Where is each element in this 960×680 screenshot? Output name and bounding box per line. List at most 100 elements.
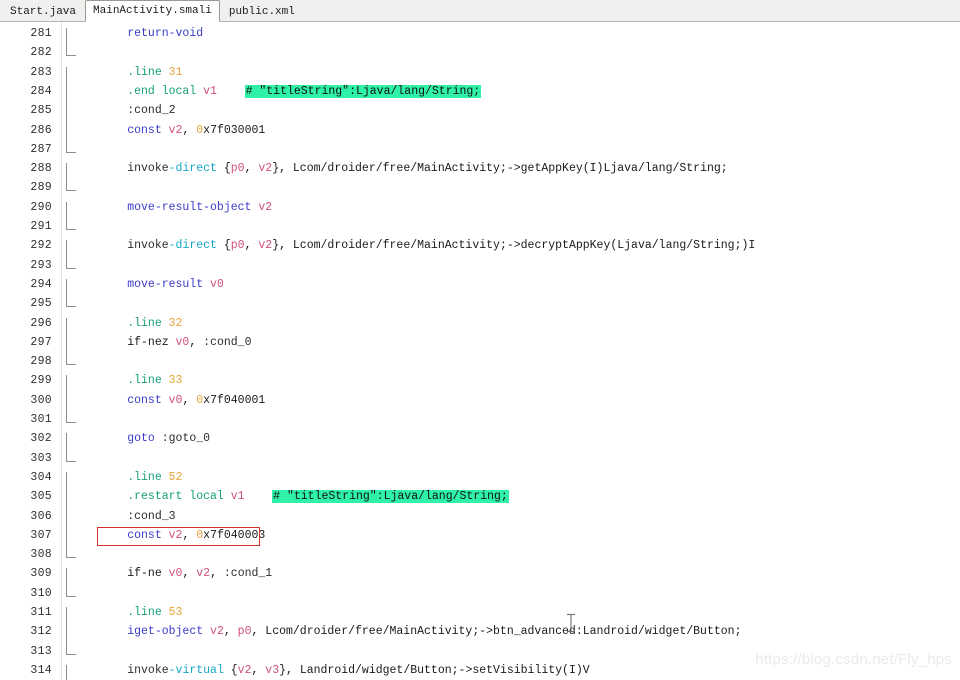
code-token: v3	[265, 663, 280, 677]
code-text[interactable]: .line 33	[72, 371, 960, 390]
code-token: move-result	[127, 277, 211, 291]
code-line[interactable]: 291	[0, 217, 960, 236]
code-token: if-nez	[127, 335, 176, 349]
code-text[interactable]: return-void	[72, 24, 960, 43]
code-token: v0	[168, 567, 183, 581]
code-text[interactable]: const v2, 0x7f040003	[72, 526, 960, 545]
code-line[interactable]: 281 return-void	[0, 24, 960, 43]
code-line[interactable]: 306 :cond_3	[0, 507, 960, 526]
code-line[interactable]: 288 invoke-direct {p0, v2}, Lcom/droider…	[0, 159, 960, 178]
code-line[interactable]: 297 if-nez v0, :cond_0	[0, 333, 960, 352]
code-token: 53	[168, 606, 183, 619]
line-number: 295	[30, 297, 52, 311]
code-line[interactable]: 307 const v2, 0x7f040003	[0, 526, 960, 545]
code-line[interactable]: 287	[0, 140, 960, 159]
code-text[interactable]: iget-object v2, p0, Lcom/droider/free/Ma…	[72, 622, 960, 641]
code-text[interactable]: const v0, 0x7f040001	[72, 391, 960, 410]
code-line[interactable]: 309 if-ne v0, v2, :cond_1	[0, 564, 960, 583]
code-line[interactable]: 298	[0, 352, 960, 371]
code-line[interactable]: 310	[0, 584, 960, 603]
green-highlight-comment: # "titleString":Ljava/lang/String;	[272, 490, 509, 504]
code-line[interactable]: 304 .line 52	[0, 468, 960, 487]
code-line[interactable]: 301	[0, 410, 960, 429]
code-editor[interactable]: 281 return-void 282 283 .line 31 284 .end l…	[0, 22, 960, 680]
green-highlight-comment: # "titleString":Ljava/lang/String;	[244, 84, 482, 98]
tab-public-xml[interactable]: public.xml	[221, 1, 303, 22]
code-token: }, Lcom/droider/free/MainActivity;->getA…	[272, 162, 728, 176]
code-token: v0	[210, 277, 224, 291]
code-line[interactable]: 284 .end local v1 # "titleString":Ljava/…	[0, 82, 960, 101]
code-token: v0	[175, 335, 190, 349]
code-line[interactable]: 295	[0, 294, 960, 313]
code-text[interactable]: .line 32	[72, 314, 960, 333]
tab-start-java[interactable]: Start.java	[2, 1, 84, 22]
code-text[interactable]: invoke-direct {p0, v2}, Lcom/droider/fre…	[72, 159, 960, 178]
line-number: 299	[30, 374, 52, 388]
line-number: 296	[30, 316, 52, 330]
code-line[interactable]: 300 const v0, 0x7f040001	[0, 391, 960, 410]
code-line[interactable]: 311 .line 53	[0, 603, 960, 622]
line-number: 284	[30, 84, 52, 98]
code-token: goto	[127, 432, 162, 446]
code-line[interactable]: 308	[0, 545, 960, 564]
code-token: ,	[182, 123, 197, 137]
code-text[interactable]: move-result-object v2	[72, 198, 960, 217]
code-line[interactable]: 302 goto :goto_0	[0, 429, 960, 448]
code-line[interactable]: 294 move-result v0	[0, 275, 960, 294]
code-text[interactable]: const v2, 0x7f030001	[72, 121, 960, 140]
blog-watermark: https://blog.csdn.net/Fly_hps	[755, 651, 952, 668]
code-token: .line	[127, 316, 169, 330]
code-text[interactable]: goto :goto_0	[72, 429, 960, 448]
code-token: -virtual	[168, 663, 224, 677]
code-text[interactable]: .line 52	[72, 468, 960, 487]
code-line[interactable]: 299 .line 33	[0, 371, 960, 390]
code-line[interactable]: 296 .line 32	[0, 314, 960, 333]
code-line[interactable]: 305 .restart local v1 # "titleString":Lj…	[0, 487, 960, 506]
code-text[interactable]: :cond_2	[72, 101, 960, 120]
code-line[interactable]: 292 invoke-direct {p0, v2}, Lcom/droider…	[0, 236, 960, 255]
line-number: 310	[30, 586, 52, 600]
code-line[interactable]: 283 .line 31	[0, 63, 960, 82]
code-text[interactable]: :cond_3	[72, 507, 960, 526]
code-line[interactable]: 282	[0, 43, 960, 62]
code-text[interactable]: .line 53	[72, 603, 960, 622]
code-token: const	[127, 528, 169, 542]
code-line[interactable]: 289	[0, 178, 960, 197]
code-token: 32	[168, 316, 183, 330]
code-token: 31	[168, 65, 183, 79]
code-line[interactable]: 286 const v2, 0x7f030001	[0, 121, 960, 140]
code-token: .line	[127, 65, 169, 79]
line-number: 282	[30, 46, 52, 60]
code-text[interactable]: .end local v1 # "titleString":Ljava/lang…	[72, 82, 960, 101]
code-text[interactable]: if-nez v0, :cond_0	[72, 333, 960, 352]
code-line[interactable]: 285 :cond_2	[0, 101, 960, 120]
code-line[interactable]: 312 iget-object v2, p0, Lcom/droider/fre…	[0, 622, 960, 641]
line-number: 313	[30, 644, 52, 658]
code-text[interactable]: .line 31	[72, 63, 960, 82]
code-token: .end local	[127, 84, 204, 98]
code-line[interactable]: 293	[0, 256, 960, 275]
code-text[interactable]: .restart local v1 # "titleString":Ljava/…	[72, 487, 960, 506]
tab-mainactivity-smali[interactable]: MainActivity.smali	[85, 0, 220, 22]
code-line[interactable]: 290 move-result-object v2	[0, 198, 960, 217]
line-number: 291	[30, 220, 52, 233]
line-number: 305	[30, 490, 52, 504]
line-number: 285	[30, 104, 52, 118]
code-text[interactable]: if-ne v0, v2, :cond_1	[72, 564, 960, 583]
code-text[interactable]: move-result v0	[72, 275, 960, 294]
code-text[interactable]: invoke-direct {p0, v2}, Lcom/droider/fre…	[72, 236, 960, 255]
line-number: 286	[30, 123, 52, 137]
code-token: p0	[230, 162, 245, 176]
code-line[interactable]: 303	[0, 449, 960, 468]
